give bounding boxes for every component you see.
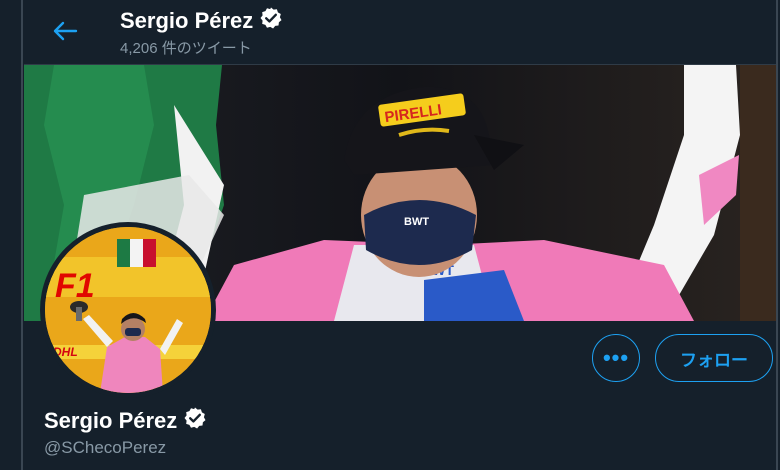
more-options-icon: •••	[602, 345, 630, 370]
verified-badge-icon	[259, 6, 283, 36]
avatar-photo: F1 DHL	[45, 227, 211, 393]
profile-handle: @SChecoPerez	[44, 438, 167, 457]
verified-badge-icon	[183, 406, 207, 436]
profile-avatar[interactable]: F1 DHL	[40, 222, 216, 398]
back-button[interactable]	[50, 18, 80, 44]
follow-button-label: フォロー	[680, 350, 748, 370]
left-sidebar-edge	[0, 0, 20, 470]
column-divider-right	[776, 0, 778, 470]
avatar-sponsor-text: DHL	[53, 345, 78, 359]
tweet-count: 4,206 件のツイート	[120, 40, 252, 57]
header-display-name-row: Sergio Pérez	[120, 6, 283, 36]
mask-sponsor-text: BWT	[404, 216, 429, 228]
header-display-name: Sergio Pérez	[120, 8, 254, 33]
column-divider-left	[21, 0, 23, 470]
profile-header-bar: Sergio Pérez 4,206 件のツイート	[24, 0, 776, 65]
profile-display-name-row: Sergio Pérez	[44, 406, 207, 436]
follow-button[interactable]: フォロー	[655, 334, 773, 382]
arrow-left-icon	[53, 21, 78, 41]
more-options-button[interactable]: •••	[592, 334, 640, 382]
profile-display-name: Sergio Pérez	[44, 408, 178, 433]
avatar-f1-logo-text: F1	[55, 267, 95, 305]
